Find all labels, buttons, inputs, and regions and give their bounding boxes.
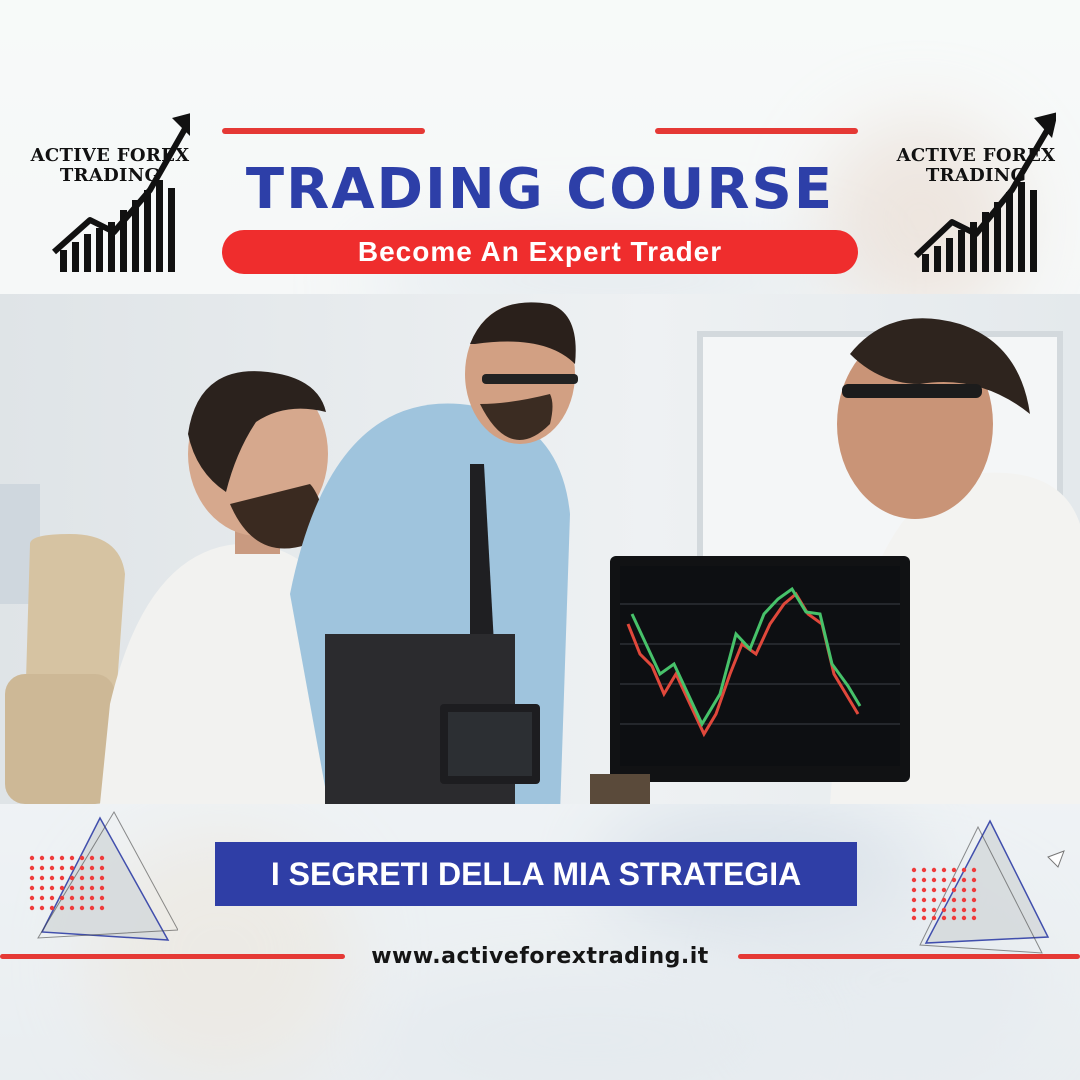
course-subtitle-pill: Become An Expert Trader (222, 230, 858, 274)
bar-growth-icon (52, 113, 190, 272)
dot-grid-decor-icon (29, 855, 105, 911)
course-title: TRADING COURSE (245, 157, 835, 222)
header-divider-right (655, 128, 858, 134)
hero-photo (0, 294, 1080, 804)
office-traders-illustration (0, 294, 1080, 804)
website-link[interactable]: www.activeforextrading.it (300, 940, 780, 974)
strategy-banner: I SEGRETI DELLA MIA STRATEGIA (215, 842, 857, 906)
brand-logo-left: ACTIVE FOREX TRADING (30, 110, 190, 275)
dot-grid-decor-icon (911, 867, 977, 921)
logo-text: ACTIVE FOREX TRADING (30, 145, 190, 186)
footer-divider-right (738, 954, 1080, 959)
footer-divider-left (0, 954, 345, 959)
bar-growth-icon (913, 112, 1056, 272)
logo-text: ACTIVE FOREX TRADING (896, 145, 1056, 186)
header-divider-left (222, 128, 425, 134)
brand-logo-right: ACTIVE FOREX TRADING (896, 110, 1056, 275)
